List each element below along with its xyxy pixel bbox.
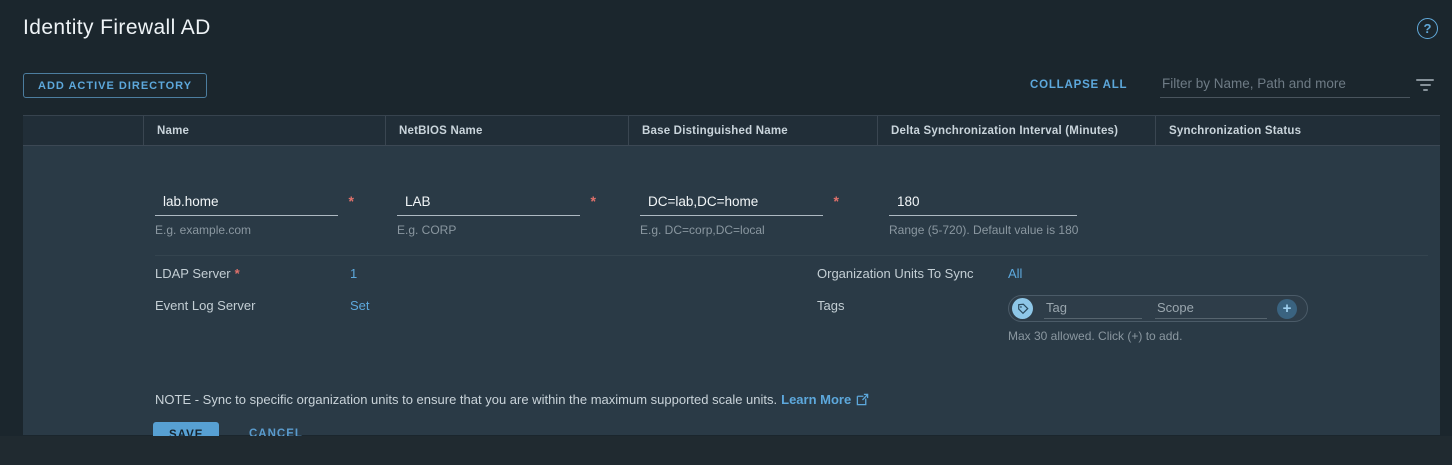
column-header-sync-status[interactable]: Synchronization Status (1155, 116, 1440, 145)
scope-input[interactable] (1155, 298, 1267, 319)
sync-interval-field[interactable] (889, 191, 1077, 215)
name-field-hint: E.g. example.com (155, 223, 252, 237)
column-header-name[interactable]: Name (143, 116, 385, 145)
sync-interval-field-hint: Range (5-720). Default value is 180 (889, 223, 1079, 237)
question-mark-glyph: ? (1423, 21, 1432, 36)
ldap-server-count-link[interactable]: 1 (350, 266, 357, 281)
base-dn-field-group: * E.g. DC=corp,DC=local (640, 191, 839, 237)
section-divider (155, 255, 1428, 256)
required-asterisk: * (348, 193, 354, 209)
page-title: Identity Firewall AD (23, 16, 211, 39)
filter-icon[interactable] (1416, 79, 1434, 91)
note-text: NOTE - Sync to specific organization uni… (155, 392, 869, 409)
tag-glyph (1017, 303, 1029, 314)
name-field-group: * E.g. example.com (155, 191, 354, 237)
filter-input[interactable] (1160, 72, 1410, 98)
column-header-expander (23, 116, 143, 145)
add-active-directory-button[interactable]: ADD ACTIVE DIRECTORY (23, 73, 208, 98)
tags-hint: Max 30 allowed. Click (+) to add. (1008, 329, 1183, 343)
required-asterisk: * (234, 266, 240, 281)
name-field[interactable] (155, 191, 338, 215)
tags-pill: + (1008, 295, 1308, 322)
netbios-field-hint: E.g. CORP (397, 223, 457, 237)
netbios-field-group: * E.g. CORP (397, 191, 596, 237)
base-dn-field[interactable] (640, 191, 823, 215)
column-header-base-dn[interactable]: Base Distinguished Name (628, 116, 877, 145)
sync-interval-field-group: Range (5-720). Default value is 180 (889, 191, 1079, 237)
learn-more-link[interactable]: Learn More (781, 392, 851, 407)
tag-icon[interactable] (1012, 298, 1033, 319)
required-asterisk: * (833, 193, 839, 209)
table-edit-row: * E.g. example.com * E.g. CORP * E.g. DC… (23, 146, 1440, 447)
tags-label: Tags (817, 298, 845, 313)
filter-input-wrapper (1160, 72, 1410, 98)
org-units-label: Organization Units To Sync (817, 266, 974, 281)
org-units-all-link[interactable]: All (1008, 266, 1022, 281)
event-log-server-label: Event Log Server (155, 298, 256, 313)
netbios-field[interactable] (397, 191, 580, 215)
collapse-all-link[interactable]: COLLAPSE ALL (1030, 79, 1127, 91)
column-header-netbios[interactable]: NetBIOS Name (385, 116, 628, 145)
required-asterisk: * (590, 193, 596, 209)
add-tag-icon[interactable]: + (1277, 298, 1297, 319)
tag-input[interactable] (1044, 298, 1142, 319)
external-link-icon[interactable] (856, 393, 869, 409)
base-dn-field-hint: E.g. DC=corp,DC=local (640, 223, 765, 237)
table-header-row: Name NetBIOS Name Base Distinguished Nam… (23, 116, 1440, 146)
active-directory-table: Name NetBIOS Name Base Distinguished Nam… (23, 115, 1440, 447)
page-footer-area (0, 436, 1452, 465)
event-log-server-set-link[interactable]: Set (350, 298, 370, 313)
help-icon[interactable]: ? (1417, 18, 1438, 39)
ldap-server-label: LDAP Server * (155, 266, 240, 281)
column-header-sync-interval[interactable]: Delta Synchronization Interval (Minutes) (877, 116, 1155, 145)
